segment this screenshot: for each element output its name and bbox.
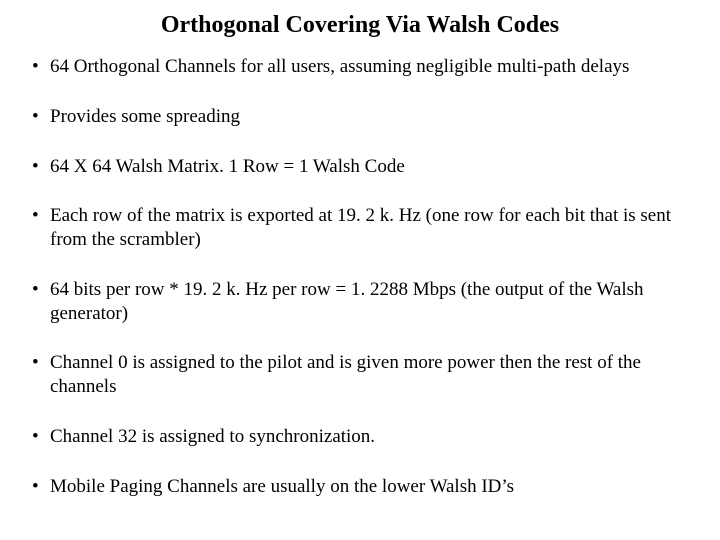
list-item: Mobile Paging Channels are usually on th… <box>28 475 692 499</box>
list-item: Channel 32 is assigned to synchronizatio… <box>28 425 692 449</box>
slide: Orthogonal Covering Via Walsh Codes 64 O… <box>0 0 720 540</box>
list-item: Channel 0 is assigned to the pilot and i… <box>28 351 692 399</box>
slide-title: Orthogonal Covering Via Walsh Codes <box>28 12 692 39</box>
list-item: Provides some spreading <box>28 105 692 129</box>
list-item: 64 Orthogonal Channels for all users, as… <box>28 55 692 79</box>
list-item: 64 X 64 Walsh Matrix. 1 Row = 1 Walsh Co… <box>28 155 692 179</box>
list-item: 64 bits per row * 19. 2 k. Hz per row = … <box>28 278 692 326</box>
list-item: Each row of the matrix is exported at 19… <box>28 204 692 252</box>
bullet-list: 64 Orthogonal Channels for all users, as… <box>28 55 692 498</box>
